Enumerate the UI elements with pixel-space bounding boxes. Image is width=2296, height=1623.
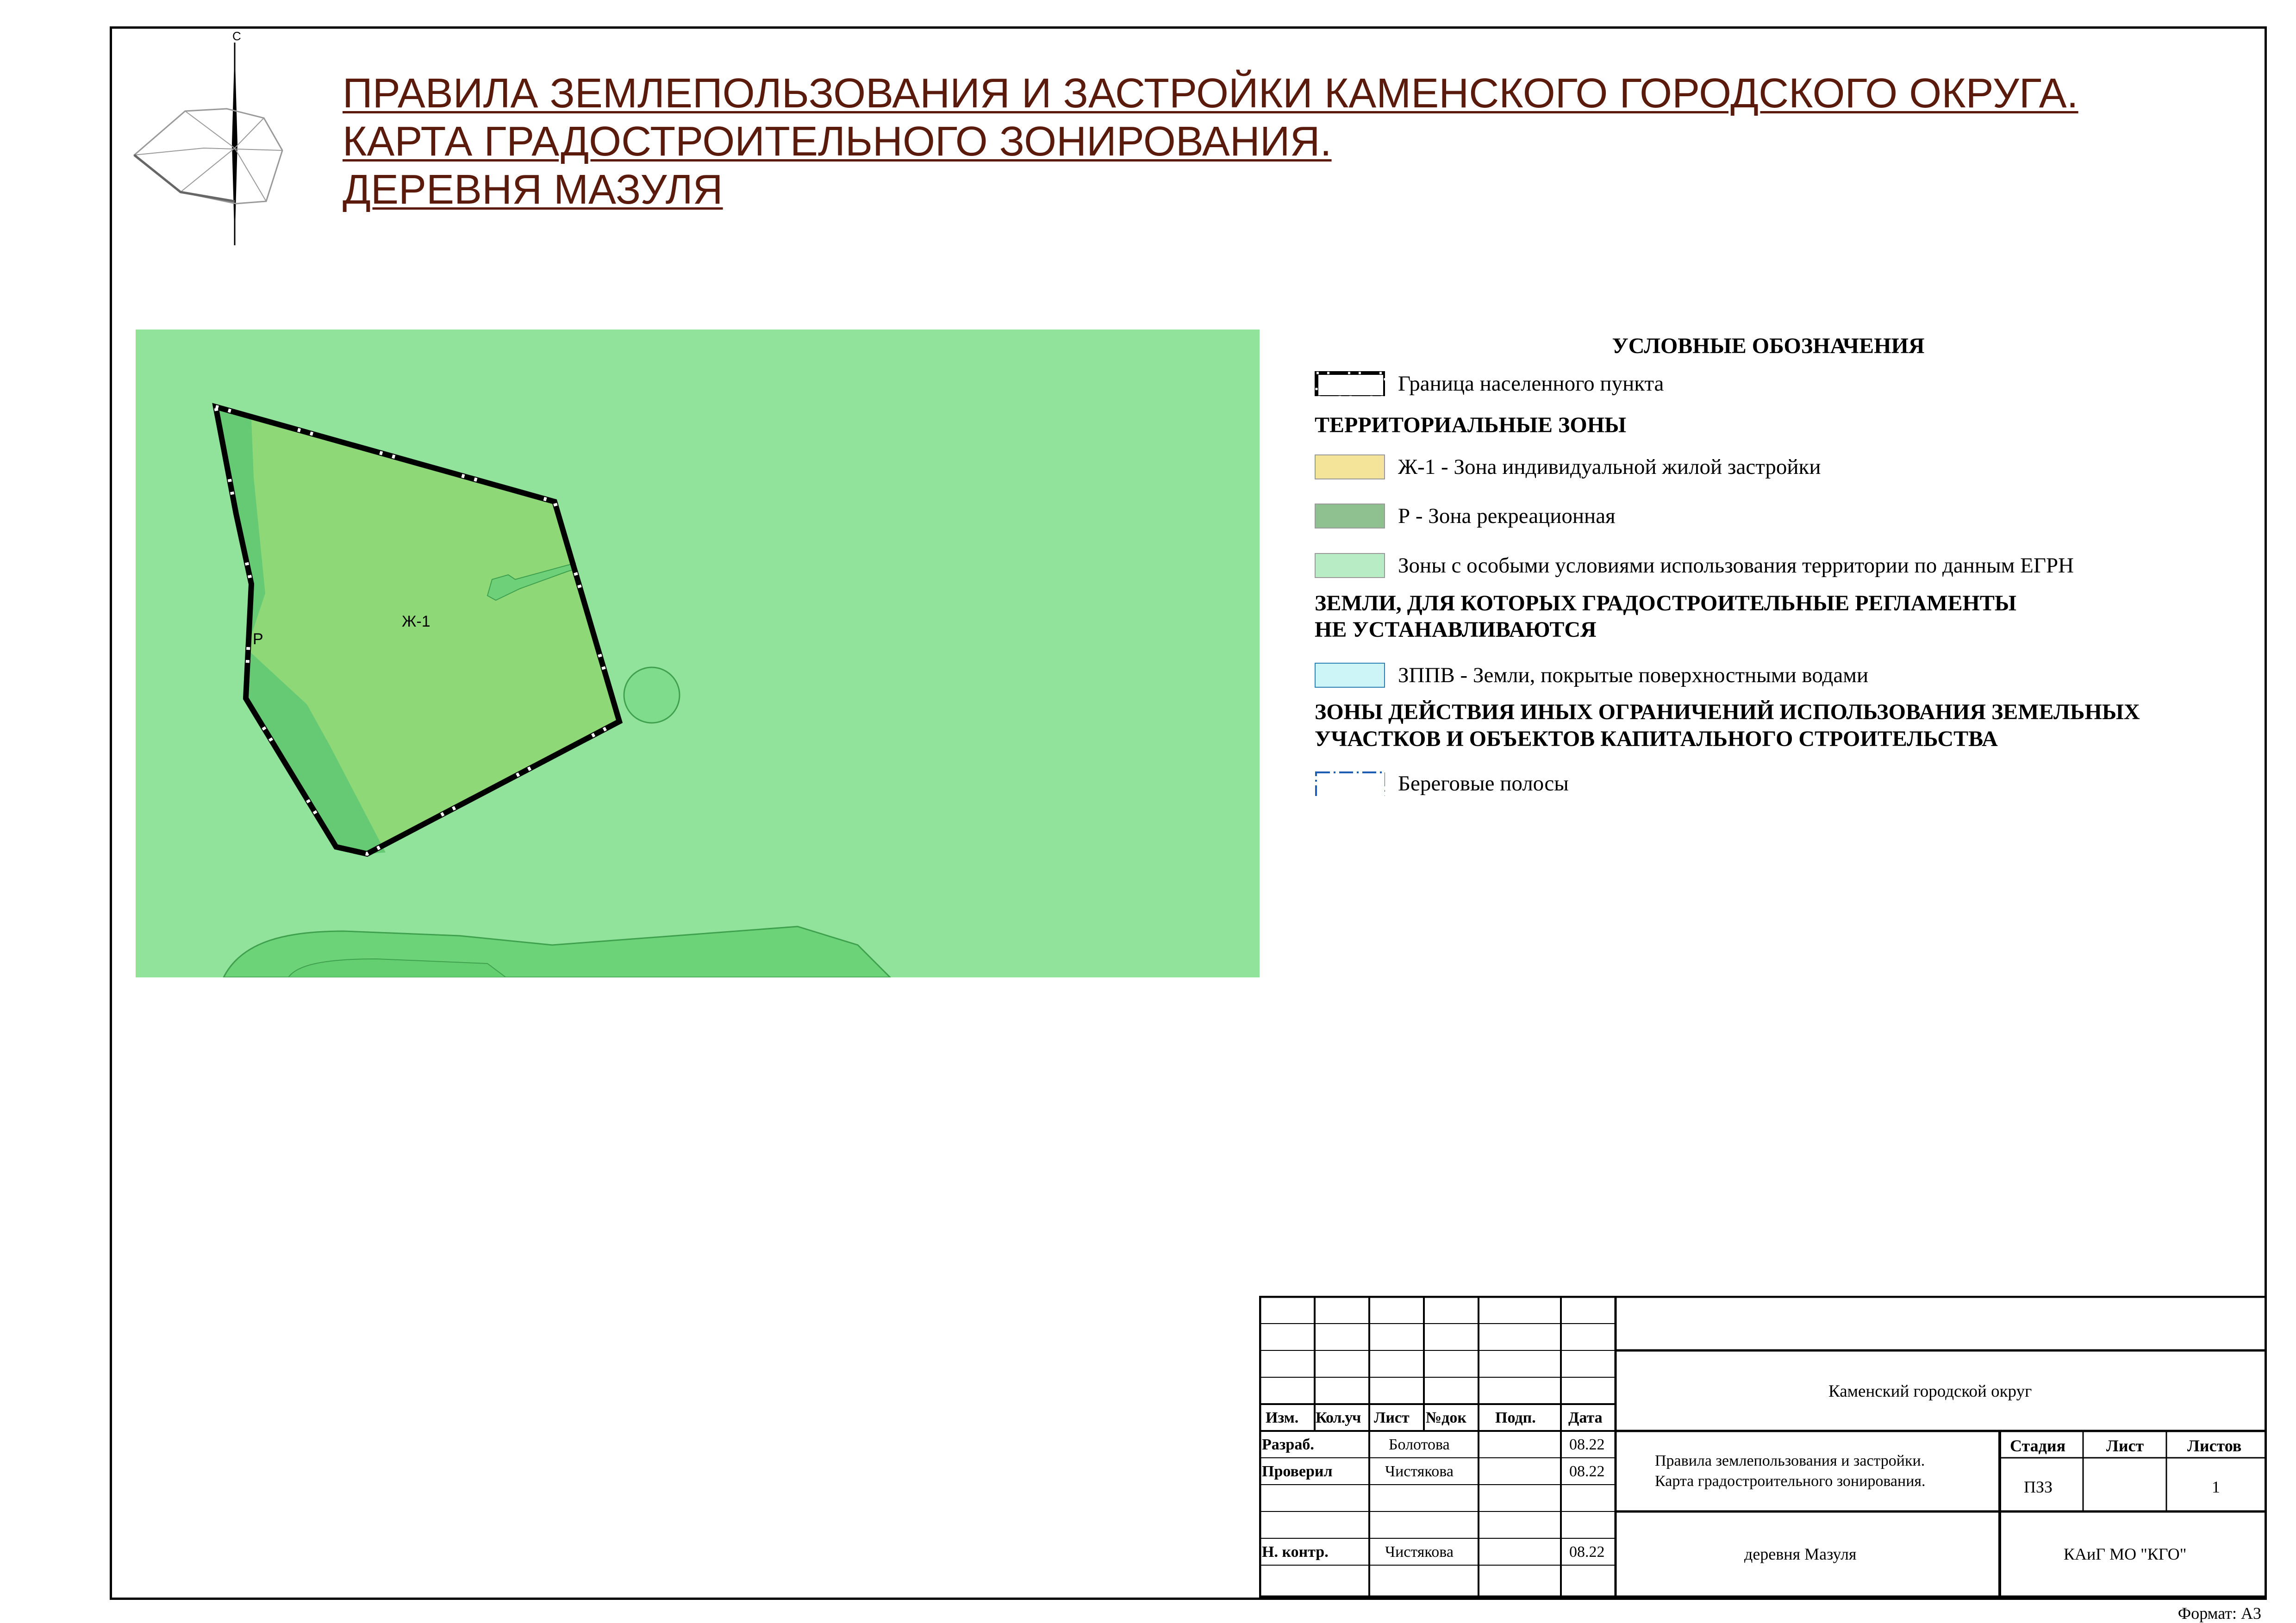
stamp-name-norm-control: Чистякова [1385, 1543, 1454, 1561]
stamp-date-checker: 08.22 [1569, 1463, 1605, 1480]
shore-swatch-icon [1315, 771, 1385, 796]
stamp-header-kol: Кол.уч [1316, 1409, 1361, 1426]
legend-section-lands-2: НЕ УСТАНАВЛИВАЮТСЯ [1315, 617, 1597, 642]
stamp-name-checker: Чистякова [1385, 1463, 1454, 1480]
paper-format: Формат: А3 [2177, 1604, 2261, 1623]
legend-zppv-label: ЗППВ - Земли, покрытые поверхностными во… [1398, 663, 1869, 687]
stamp-sheet-label: Лист [2106, 1436, 2144, 1455]
stamp-date-norm-control: 08.22 [1569, 1543, 1605, 1561]
zppv-swatch [1315, 663, 1385, 688]
legend-section-other-2: УЧАСТКОВ И ОБЪЕКТОВ КАПИТАЛЬНОГО СТРОИТЕ… [1315, 727, 1998, 751]
stamp-doc-line-2: Карта градостроительного зонирования. [1655, 1473, 1926, 1490]
stamp-role-developer: Разраб. [1262, 1436, 1314, 1453]
legend-section-other-1: ЗОНЫ ДЕЙСТВИЯ ИНЫХ ОГРАНИЧЕНИЙ ИСПОЛЬЗОВ… [1315, 700, 2140, 724]
r-swatch [1315, 504, 1385, 529]
stamp-stage-value: ПЗЗ [2024, 1478, 2053, 1496]
stamp-developer-org: КАиГ МО "КГО" [2064, 1545, 2187, 1563]
north-label: С [232, 29, 241, 43]
stamp-role-checker: Проверил [1262, 1463, 1333, 1480]
legend-section-lands-1: ЗЕМЛИ, ДЛЯ КОТОРЫХ ГРАДОСТРОИТЕЛЬНЫЕ РЕГ… [1315, 591, 2016, 616]
stamp-stage-label: Стадия [2010, 1436, 2066, 1455]
zoning-map: Ж-1 Р [136, 330, 1260, 977]
boundary-swatch-icon [1315, 371, 1385, 396]
stamp-header-data: Дата [1568, 1409, 1603, 1426]
zone-label-r: Р [253, 630, 263, 648]
stamp-role-norm-control: Н. контр. [1262, 1543, 1329, 1561]
stamp-name-developer: Болотова [1389, 1436, 1450, 1453]
stamp-header-ndok: №док [1426, 1409, 1466, 1426]
title-line-1: ПРАВИЛА ЗЕМЛЕПОЛЬЗОВАНИЯ И ЗАСТРОЙКИ КАМ… [343, 70, 2078, 117]
legend-zh1-label: Ж-1 - Зона индивидуальной жилой застройк… [1398, 455, 1821, 479]
zone-label-zh1: Ж-1 [402, 613, 430, 630]
stamp-header-podp: Подп. [1495, 1409, 1536, 1426]
zouit-swatch [1315, 553, 1385, 578]
title-line-3: ДЕРЕВНЯ МАЗУЛЯ [343, 167, 723, 213]
zh1-swatch [1315, 454, 1385, 479]
legend-section-zones: ТЕРРИТОРИАЛЬНЫЕ ЗОНЫ [1315, 413, 1627, 437]
stamp-header-list: Лист [1374, 1409, 1410, 1426]
stamp-doc-line-1: Правила землепользования и застройки. [1655, 1452, 1925, 1469]
compass-rose-icon: С [133, 29, 283, 245]
stamp-date-developer: 08.22 [1569, 1436, 1605, 1453]
legend-shore-label: Береговые полосы [1398, 771, 1569, 796]
legend-zouit-label: Зоны с особыми условиями использования т… [1398, 553, 2074, 578]
stamp-place: деревня Мазуля [1744, 1545, 1857, 1563]
stamp-sheets-value: 1 [2212, 1478, 2220, 1496]
legend-title: УСЛОВНЫЕ ОБОЗНАЧЕНИЯ [1612, 334, 1925, 358]
stamp-sheets-label: Листов [2187, 1436, 2242, 1455]
pond [623, 666, 680, 724]
stamp-organization: Каменский городской округ [1828, 1382, 2032, 1401]
map-title: ПРАВИЛА ЗЕМЛЕПОЛЬЗОВАНИЯ И ЗАСТРОЙКИ КАМ… [343, 69, 2194, 214]
title-block: Изм. Кол.уч Лист №док Подп. Дата Разраб.… [1259, 1296, 2267, 1598]
title-line-2: КАРТА ГРАДОСТРОИТЕЛЬНОГО ЗОНИРОВАНИЯ. [343, 118, 1332, 165]
legend-boundary-label: Граница населенного пункта [1398, 372, 1664, 396]
legend: УСЛОВНЫЕ ОБОЗНАЧЕНИЯ Граница населенного… [1315, 333, 2231, 796]
legend-r-label: Р - Зона рекреационная [1398, 504, 1616, 528]
stamp-header-izm: Изм. [1266, 1409, 1299, 1426]
